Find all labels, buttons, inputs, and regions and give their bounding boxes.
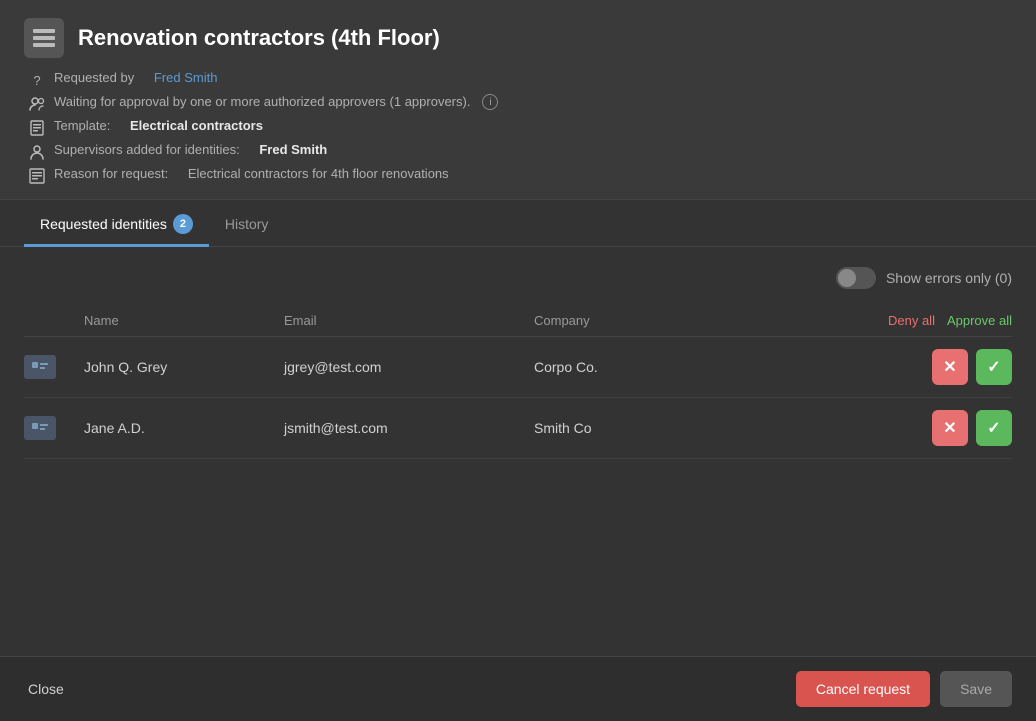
waiting-row: Waiting for approval by one or more auth… [28, 94, 1012, 113]
cancel-request-button[interactable]: Cancel request [796, 671, 930, 707]
col-name: Name [84, 313, 284, 328]
footer: Close Cancel request Save [0, 656, 1036, 721]
tab-requested-identities-label: Requested identities [40, 216, 167, 232]
approvers-icon [28, 95, 46, 113]
info-icon[interactable]: i [482, 94, 498, 110]
supervisors-label: Supervisors added for identities: [54, 142, 240, 157]
deny-all-button[interactable]: Deny all [888, 313, 935, 328]
title-icon [24, 18, 64, 58]
show-errors-label: Show errors only (0) [886, 270, 1012, 286]
row-company: Corpo Co. [534, 359, 734, 375]
requested-identities-badge: 2 [173, 214, 193, 234]
row-company: Smith Co [534, 420, 734, 436]
save-button[interactable]: Save [940, 671, 1012, 707]
row-actions: ✕ ✓ [734, 410, 1012, 446]
row-name: John Q. Grey [84, 359, 284, 375]
supervisors-value: Fred Smith [259, 142, 327, 157]
requested-by-row: ? Requested by Fred Smith [28, 70, 1012, 89]
waiting-message: Waiting for approval by one or more auth… [54, 94, 470, 109]
col-company: Company [534, 313, 734, 328]
identity-icon [24, 355, 56, 379]
modal-container: Renovation contractors (4th Floor) ? Req… [0, 0, 1036, 721]
approve-button[interactable]: ✓ [976, 410, 1012, 446]
reason-value: Electrical contractors for 4th floor ren… [188, 166, 449, 181]
table-header: Name Email Company Deny all Approve all [24, 305, 1012, 337]
col-icon [24, 313, 84, 328]
deny-button[interactable]: ✕ [932, 410, 968, 446]
show-errors-toggle[interactable] [836, 267, 876, 289]
page-title: Renovation contractors (4th Floor) [78, 25, 440, 51]
header: Renovation contractors (4th Floor) ? Req… [0, 0, 1036, 200]
requester-name: Fred Smith [154, 70, 218, 85]
approve-all-button[interactable]: Approve all [947, 313, 1012, 328]
identity-icon [24, 416, 56, 440]
tab-history[interactable]: History [209, 200, 285, 247]
tab-history-label: History [225, 216, 269, 232]
template-label: Template: [54, 118, 110, 133]
table-row: John Q. Grey jgrey@test.com Corpo Co. ✕ … [24, 337, 1012, 398]
question-icon: ? [28, 71, 46, 89]
footer-actions: Cancel request Save [796, 671, 1012, 707]
supervisor-icon [28, 143, 46, 161]
template-value: Electrical contractors [130, 118, 263, 133]
row-actions: ✕ ✓ [734, 349, 1012, 385]
col-actions: Deny all Approve all [734, 313, 1012, 328]
reason-icon [28, 167, 46, 185]
reason-label: Reason for request: [54, 166, 168, 181]
table-row: Jane A.D. jsmith@test.com Smith Co ✕ ✓ [24, 398, 1012, 459]
requested-by-label: Requested by [54, 70, 134, 85]
row-name: Jane A.D. [84, 420, 284, 436]
close-button[interactable]: Close [24, 673, 68, 705]
template-icon [28, 119, 46, 137]
col-email: Email [284, 313, 534, 328]
row-email: jgrey@test.com [284, 359, 534, 375]
template-row: Template: Electrical contractors [28, 118, 1012, 137]
approve-button[interactable]: ✓ [976, 349, 1012, 385]
tab-requested-identities[interactable]: Requested identities 2 [24, 200, 209, 247]
deny-button[interactable]: ✕ [932, 349, 968, 385]
row-email: jsmith@test.com [284, 420, 534, 436]
tabs-container: Requested identities 2 History [0, 200, 1036, 247]
supervisors-row: Supervisors added for identities: Fred S… [28, 142, 1012, 161]
reason-row: Reason for request: Electrical contracto… [28, 166, 1012, 185]
toolbar: Show errors only (0) [24, 267, 1012, 289]
main-content: Show errors only (0) Name Email Company … [0, 247, 1036, 656]
